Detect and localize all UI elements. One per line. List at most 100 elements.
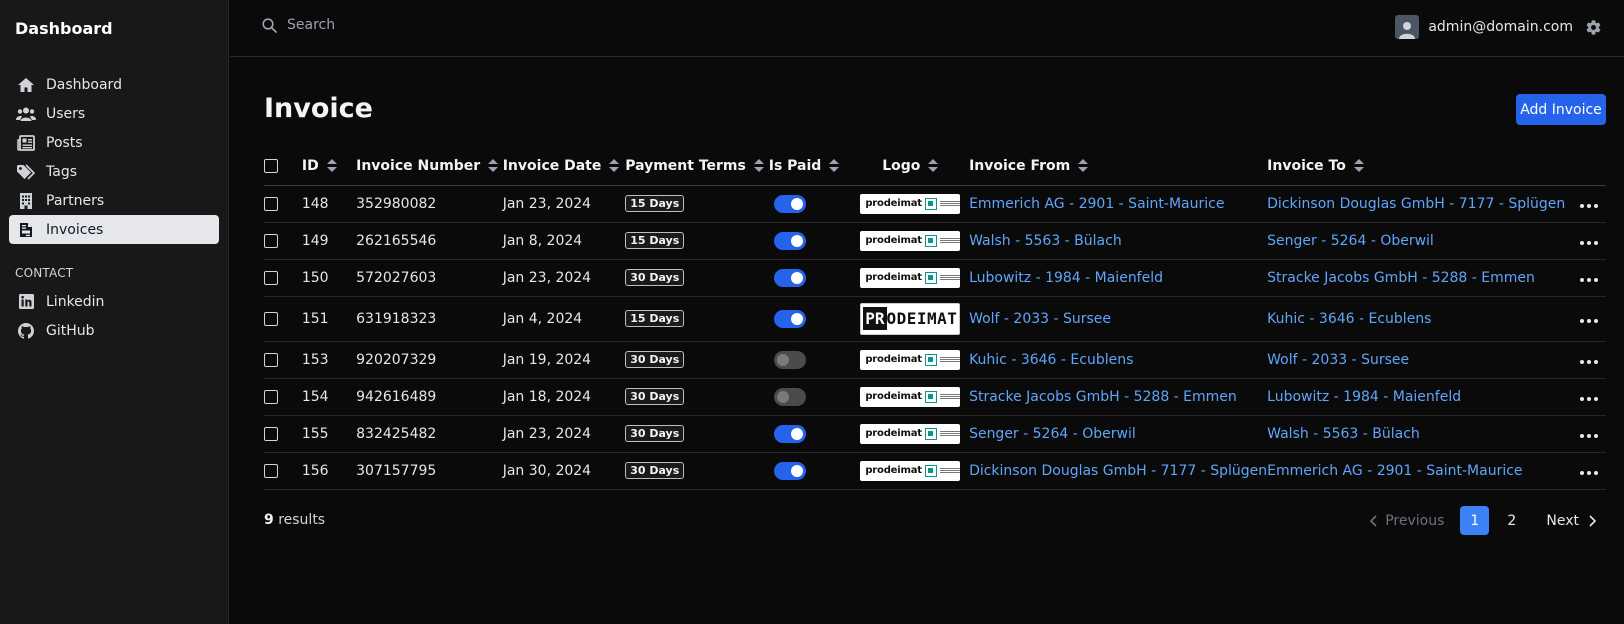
invoice-from-link[interactable]: Dickinson Douglas GmbH - 7177 - Splügen — [969, 463, 1267, 479]
is-paid-toggle[interactable] — [773, 387, 806, 406]
sidebar-item-invoices[interactable]: Invoices — [9, 215, 219, 244]
search-input[interactable] — [287, 17, 587, 33]
column-header-invoice-from[interactable]: Invoice From — [969, 148, 1268, 186]
sidebar-item-posts[interactable]: Posts — [9, 128, 219, 157]
is-paid-toggle[interactable] — [773, 424, 806, 443]
is-paid-toggle[interactable] — [773, 350, 806, 369]
row-checkbox[interactable] — [264, 233, 278, 248]
invoice-from-link[interactable]: Emmerich AG - 2901 - Saint-Maurice — [969, 196, 1224, 212]
table-row[interactable]: 153 920207329 Jan 19, 2024 30 Days prodeimat… — [264, 341, 1606, 379]
sort-icon[interactable] — [1078, 159, 1089, 173]
invoice-from-link[interactable]: Kuhic - 3646 - Ecublens — [969, 352, 1133, 368]
add-invoice-button[interactable]: Add Invoice — [1516, 94, 1606, 125]
invoice-to-link[interactable]: Senger - 5264 - Oberwil — [1267, 233, 1434, 249]
partner-logo: prodeimat — [860, 193, 961, 214]
is-paid-toggle[interactable] — [773, 268, 806, 287]
row-checkbox[interactable] — [264, 463, 278, 478]
is-paid-toggle[interactable] — [773, 194, 806, 213]
table-row[interactable]: 156 307157795 Jan 30, 2024 30 Days prodeimat… — [264, 452, 1606, 490]
invoice-from-link[interactable]: Stracke Jacobs GmbH - 5288 - Emmen — [969, 389, 1237, 405]
is-paid-toggle[interactable] — [773, 309, 806, 328]
column-header-id[interactable]: ID — [301, 148, 357, 186]
sidebar-item-users[interactable]: Users — [9, 99, 219, 128]
column-header-invoice-number[interactable]: Invoice Number — [356, 148, 503, 186]
cell-id: 150 — [301, 259, 357, 297]
table-row[interactable]: 150 572027603 Jan 23, 2024 30 Days prodeimat… — [264, 259, 1606, 297]
sidebar-item-label: GitHub — [46, 322, 95, 339]
row-checkbox[interactable] — [264, 426, 278, 441]
select-all-checkbox[interactable] — [264, 159, 278, 174]
cell-logo: prodeimat — [851, 378, 970, 416]
more-actions-icon[interactable] — [1580, 470, 1598, 475]
more-actions-icon[interactable] — [1580, 240, 1598, 245]
table-row[interactable]: 151 631918323 Jan 4, 2024 15 Days PR ODEIMAT W… — [264, 296, 1606, 342]
chevron-left-icon — [1370, 514, 1377, 527]
cell-invoice-date: Jan 23, 2024 — [502, 415, 626, 453]
row-checkbox[interactable] — [264, 311, 278, 326]
invoice-from-link[interactable]: Senger - 5264 - Oberwil — [969, 426, 1136, 442]
table-row[interactable]: 148 352980082 Jan 23, 2024 15 Days prodeimat… — [264, 185, 1606, 223]
row-checkbox[interactable] — [264, 389, 278, 404]
column-header-is-paid[interactable]: Is Paid — [768, 148, 852, 186]
payment-terms-badge: 30 Days — [625, 351, 685, 368]
table-row[interactable]: 154 942616489 Jan 18, 2024 30 Days prodeimat… — [264, 378, 1606, 416]
partner-logo: PR ODEIMAT — [860, 302, 961, 335]
previous-page-button[interactable]: Previous — [1369, 513, 1444, 529]
brand-title[interactable]: Dashboard — [15, 19, 113, 38]
row-checkbox[interactable] — [264, 196, 278, 211]
gear-icon[interactable] — [1585, 19, 1602, 36]
invoice-to-link[interactable]: Dickinson Douglas GmbH - 7177 - Splügen — [1267, 196, 1565, 212]
user-email[interactable]: admin@domain.com — [1428, 19, 1573, 35]
column-header-invoice-to[interactable]: Invoice To — [1267, 148, 1566, 186]
page-button-2[interactable]: 2 — [1497, 506, 1526, 535]
invoice-to-link[interactable]: Wolf - 2033 - Sursee — [1267, 352, 1409, 368]
invoice-from-link[interactable]: Wolf - 2033 - Sursee — [969, 311, 1111, 327]
cell-invoice-number: 832425482 — [356, 415, 503, 453]
is-paid-toggle[interactable] — [773, 461, 806, 480]
sort-icon[interactable] — [1353, 159, 1364, 173]
table-row[interactable]: 149 262165546 Jan 8, 2024 15 Days prodeimat W… — [264, 222, 1606, 260]
sidebar-item-tags[interactable]: Tags — [9, 157, 219, 186]
row-checkbox[interactable] — [264, 352, 278, 367]
results-count: 9 results — [264, 512, 326, 528]
sidebar-item-dashboard[interactable]: Dashboard — [9, 70, 219, 99]
cell-invoice-to: Dickinson Douglas GmbH - 7177 - Splügen — [1267, 185, 1566, 223]
sort-icon[interactable] — [753, 159, 764, 173]
invoice-to-link[interactable]: Walsh - 5563 - Bülach — [1267, 426, 1420, 442]
page-button-1[interactable]: 1 — [1460, 506, 1490, 535]
avatar[interactable] — [1395, 15, 1420, 39]
more-actions-icon[interactable] — [1580, 277, 1598, 282]
sort-icon[interactable] — [609, 159, 620, 173]
is-paid-toggle[interactable] — [773, 231, 806, 250]
sort-icon[interactable] — [488, 159, 499, 173]
sidebar-item-linkedin[interactable]: Linkedin — [9, 287, 219, 316]
column-header-logo[interactable]: Logo — [851, 148, 970, 186]
next-page-button[interactable]: Next — [1546, 513, 1597, 529]
invoice-to-link[interactable]: Lubowitz - 1984 - Maienfeld — [1267, 389, 1461, 405]
sidebar-item-github[interactable]: GitHub — [9, 316, 219, 345]
column-header-payment-terms[interactable]: Payment Terms — [625, 148, 769, 186]
cell-is-paid — [768, 341, 852, 379]
cell-is-paid — [768, 378, 852, 416]
table-row[interactable]: 155 832425482 Jan 23, 2024 30 Days prodeimat… — [264, 415, 1606, 453]
invoice-to-link[interactable]: Kuhic - 3646 - Ecublens — [1267, 311, 1431, 327]
table-header-row: ID Invoice Number Invoice Date Payment T… — [264, 148, 1606, 186]
invoice-to-link[interactable]: Emmerich AG - 2901 - Saint-Maurice — [1267, 463, 1522, 479]
sort-icon[interactable] — [928, 159, 939, 173]
sidebar-item-label: Invoices — [46, 221, 104, 238]
invoice-from-link[interactable]: Walsh - 5563 - Bülach — [969, 233, 1122, 249]
column-header-invoice-date[interactable]: Invoice Date — [502, 148, 626, 186]
cell-invoice-date: Jan 19, 2024 — [502, 341, 626, 379]
row-checkbox[interactable] — [264, 270, 278, 285]
invoice-to-link[interactable]: Stracke Jacobs GmbH - 5288 - Emmen — [1267, 270, 1535, 286]
more-actions-icon[interactable] — [1580, 433, 1598, 438]
invoice-icon — [16, 221, 36, 239]
sort-icon[interactable] — [829, 159, 840, 173]
more-actions-icon[interactable] — [1580, 203, 1598, 208]
sort-icon[interactable] — [326, 159, 337, 173]
more-actions-icon[interactable] — [1580, 396, 1598, 401]
more-actions-icon[interactable] — [1580, 359, 1598, 364]
more-actions-icon[interactable] — [1580, 318, 1598, 323]
sidebar-item-partners[interactable]: Partners — [9, 186, 219, 215]
invoice-from-link[interactable]: Lubowitz - 1984 - Maienfeld — [969, 270, 1163, 286]
